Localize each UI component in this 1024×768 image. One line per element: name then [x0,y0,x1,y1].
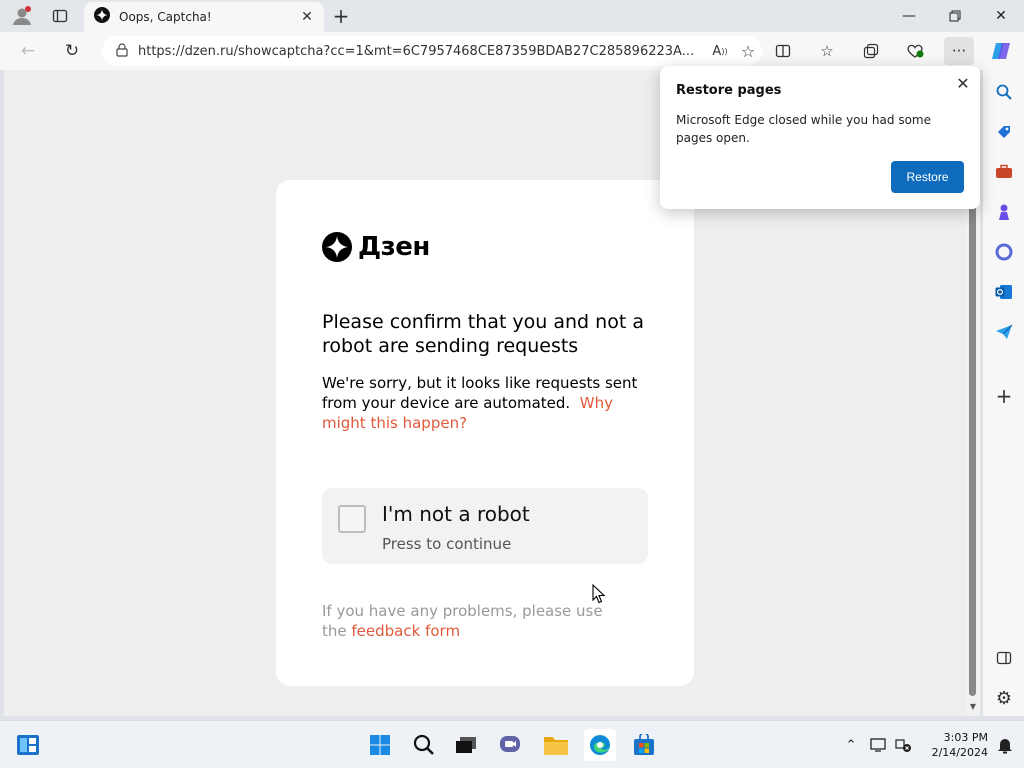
captcha-label[interactable]: I'm not a robot [382,502,530,526]
mouse-cursor-icon [592,583,606,608]
restore-window-icon[interactable] [932,0,978,32]
more-icon[interactable]: ··· [944,37,974,65]
captcha-checkbox[interactable] [338,505,366,533]
file-explorer-icon[interactable] [540,729,572,761]
tab-title: Oops, Captcha! [119,10,212,24]
split-screen-icon[interactable] [768,37,798,65]
chat-icon[interactable] [494,729,526,761]
search-taskbar-icon[interactable] [408,729,440,761]
shopping-tag-icon[interactable] [990,118,1018,146]
close-window-icon[interactable]: ✕ [978,0,1024,32]
captcha-checkbox-widget[interactable]: I'm not a robot Press to continue [322,488,648,564]
dzen-logo-icon [322,232,352,262]
tab-actions-icon[interactable] [46,4,74,28]
tab-close-icon[interactable]: ✕ [296,6,318,28]
edge-sidebar: + ⚙ [982,70,1024,716]
collections-icon[interactable] [856,37,886,65]
add-icon[interactable]: + [990,382,1018,410]
outlook-icon[interactable] [990,278,1018,306]
dzen-favicon-icon [94,7,110,27]
address-bar[interactable]: https://dzen.ru/showcaptcha?cc=1&mt=6C79… [102,36,762,66]
tools-icon[interactable] [990,158,1018,186]
title-bar: Oops, Captcha! ✕ + — ✕ [0,0,1024,32]
star-icon[interactable]: ☆ [734,38,762,64]
popup-title: Restore pages [676,83,782,98]
copilot-icon[interactable] [986,37,1016,65]
store-icon[interactable] [628,729,660,761]
clock-date: 2/14/2024 [931,746,988,759]
performance-icon[interactable] [900,37,930,65]
feedback-link[interactable]: feedback form [351,622,460,640]
favorites-icon[interactable]: ☆ [812,37,842,65]
network-disconnected-icon[interactable] [892,733,914,757]
restore-button[interactable]: Restore [891,161,964,193]
page-title: Please confirm that you and not a robot … [322,311,644,357]
read-aloud-icon[interactable]: A)) [706,38,734,64]
browser-tab[interactable]: Oops, Captcha! ✕ [84,2,324,32]
close-icon[interactable]: ✕ [952,72,974,94]
sidebar-toggle-icon[interactable] [990,644,1018,672]
scrollbar-thumb[interactable] [969,200,976,696]
profile-icon[interactable] [8,4,36,28]
clock-time: 3:03 PM [943,731,988,744]
address-url[interactable]: https://dzen.ru/showcaptcha?cc=1&mt=6C79… [138,44,706,59]
dzen-logo: Дзен [322,232,430,262]
display-icon[interactable] [868,733,890,757]
back-icon[interactable]: ← [14,38,42,64]
games-icon[interactable] [990,198,1018,226]
browser-toolbar: ← ↻ https://dzen.ru/showcaptcha?cc=1&mt=… [0,32,1024,70]
restore-pages-popup: Restore pages ✕ Microsoft Edge closed wh… [660,66,980,209]
task-view-icon[interactable] [450,729,482,761]
problems-text: If you have any problems, please use the… [322,601,622,641]
edge-taskbar-icon[interactable] [584,729,616,761]
lock-icon[interactable] [116,42,128,61]
new-tab-button[interactable]: + [330,4,352,28]
refresh-icon[interactable]: ↻ [58,38,86,64]
clock[interactable]: 3:03 PM 2/14/2024 [918,730,988,760]
popup-message: Microsoft Edge closed while you had some… [676,113,931,145]
description: We're sorry, but it looks like requests … [322,373,652,433]
captcha-card: Дзен Please confirm that you and not a r… [276,180,694,686]
notifications-icon[interactable] [994,733,1016,757]
captcha-sublabel: Press to continue [382,535,512,553]
widgets-icon[interactable] [12,729,44,761]
drop-icon[interactable] [990,318,1018,346]
search-icon[interactable] [990,78,1018,106]
logo-text: Дзен [358,232,430,262]
start-icon[interactable] [364,729,396,761]
scroll-down-icon[interactable]: ▼ [968,702,978,712]
taskbar: ⌃ 3:03 PM 2/14/2024 [0,720,1024,768]
show-hidden-icons-icon[interactable]: ⌃ [840,733,862,757]
minimize-icon[interactable]: — [886,0,932,32]
microsoft-365-icon[interactable] [990,238,1018,266]
settings-icon[interactable]: ⚙ [990,684,1018,712]
